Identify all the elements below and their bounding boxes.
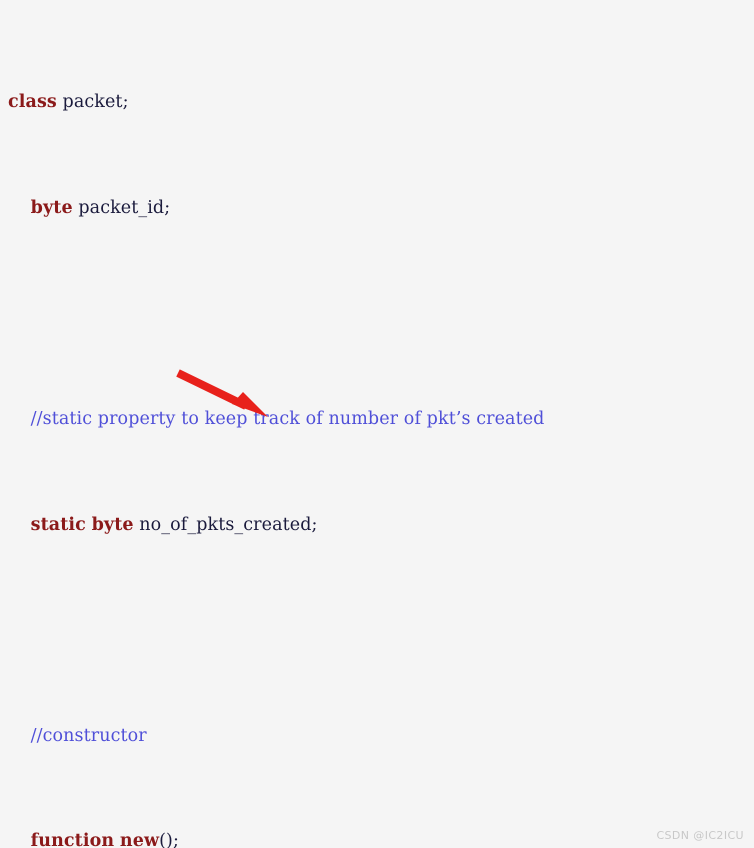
semicolon: ; <box>164 197 171 218</box>
comment-static-property: //static property to keep track of numbe… <box>30 409 545 430</box>
csdn-watermark: CSDN @IC2ICU <box>656 829 744 842</box>
code-line-7: //constructor <box>8 723 746 749</box>
class-name: packet <box>62 92 123 113</box>
code-listing: class packet; byte packet_id; //static p… <box>0 10 754 848</box>
keyword-byte: byte <box>30 197 73 218</box>
code-line-2: byte packet_id; <box>8 195 746 221</box>
keyword-byte: byte <box>91 514 134 535</box>
keyword-new: new <box>119 831 160 848</box>
semicolon: ; <box>122 92 129 113</box>
keyword-static: static <box>30 514 86 535</box>
variable-no-of-pkts-created: no_of_pkts_created <box>139 514 312 535</box>
keyword-class: class <box>8 92 57 113</box>
semicolon: ; <box>311 514 318 535</box>
variable-packet-id: packet_id <box>78 197 165 218</box>
code-screenshot: class packet; byte packet_id; //static p… <box>0 0 754 848</box>
code-line-1: class packet; <box>8 89 746 115</box>
code-line-4: //static property to keep track of numbe… <box>8 406 746 432</box>
keyword-function: function <box>30 831 115 848</box>
code-line-6-blank <box>8 617 746 643</box>
parens-semicolon: (); <box>159 831 179 848</box>
code-line-3-blank <box>8 300 746 326</box>
code-line-8: function new(); <box>8 828 746 848</box>
comment-constructor: //constructor <box>30 725 147 746</box>
code-line-5: static byte no_of_pkts_created; <box>8 512 746 538</box>
